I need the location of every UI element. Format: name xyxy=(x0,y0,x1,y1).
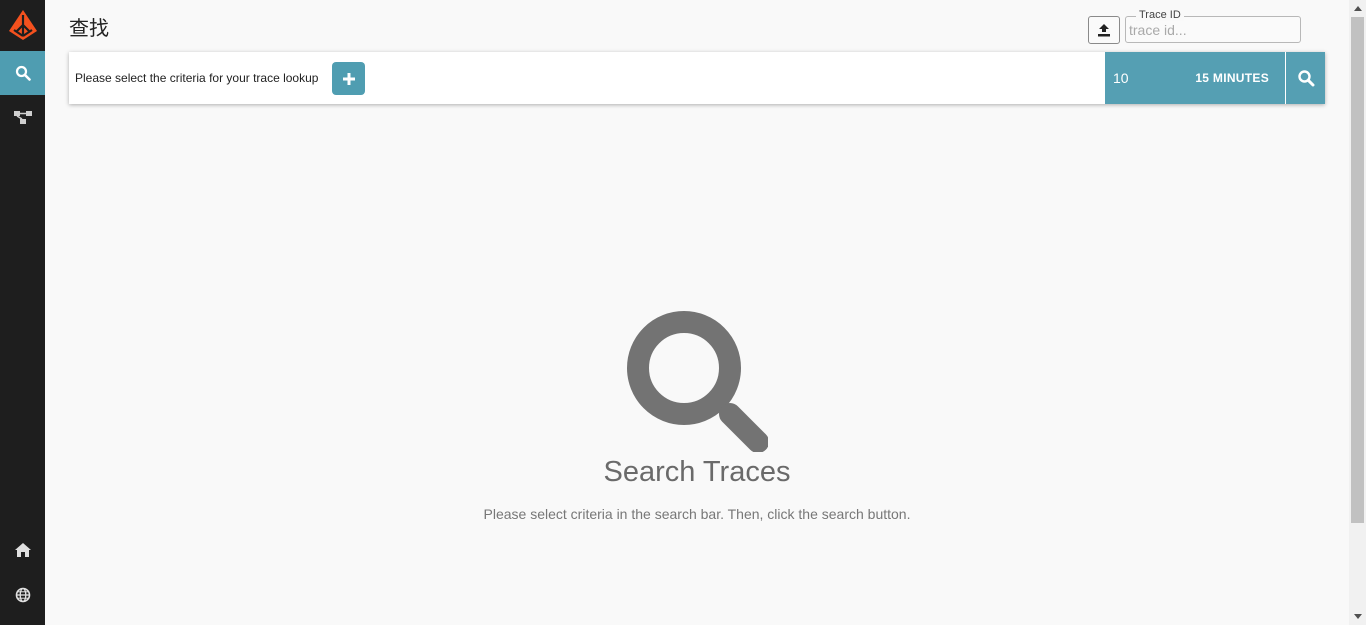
limit-value[interactable]: 10 xyxy=(1113,70,1129,86)
search-settings[interactable]: 10 15 MINUTES xyxy=(1105,52,1285,104)
empty-state-description: Please select criteria in the search bar… xyxy=(483,506,911,522)
scroll-up-arrow[interactable] xyxy=(1349,0,1366,17)
sidebar-item-dependencies[interactable] xyxy=(0,95,45,139)
search-icon xyxy=(15,65,31,81)
search-icon xyxy=(1297,70,1314,87)
search-bar: Please select the criteria for your trac… xyxy=(69,52,1325,104)
home-icon xyxy=(14,543,31,557)
sidebar xyxy=(0,0,45,625)
scrollbar-thumb[interactable] xyxy=(1351,17,1364,523)
plus-icon xyxy=(342,72,355,85)
dependencies-icon xyxy=(13,111,32,124)
sidebar-item-search[interactable] xyxy=(0,51,45,95)
zipkin-logo[interactable] xyxy=(0,0,45,50)
empty-state-title: Search Traces xyxy=(603,456,791,488)
sidebar-item-home[interactable] xyxy=(0,528,45,572)
search-button[interactable] xyxy=(1286,52,1325,104)
upload-icon xyxy=(1098,24,1110,37)
criteria-prompt: Please select the criteria for your trac… xyxy=(75,71,319,85)
page-title: 查找 xyxy=(69,16,109,40)
sidebar-item-language[interactable] xyxy=(0,573,45,617)
globe-icon xyxy=(15,587,30,603)
scroll-down-arrow[interactable] xyxy=(1349,608,1366,625)
empty-state-search-icon xyxy=(626,310,769,457)
scrollbar[interactable] xyxy=(1349,0,1366,625)
trace-id-label: Trace ID xyxy=(1136,9,1184,21)
add-criteria-button[interactable] xyxy=(332,62,365,95)
upload-trace-button[interactable] xyxy=(1088,16,1120,44)
lookback-value[interactable]: 15 MINUTES xyxy=(1195,71,1269,85)
